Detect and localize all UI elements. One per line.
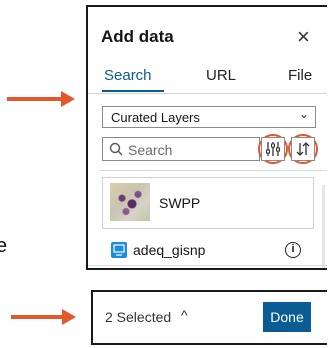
done-button[interactable]: Done: [263, 302, 311, 332]
close-icon[interactable]: ×: [297, 26, 310, 48]
filter-button[interactable]: [261, 137, 285, 161]
sort-icon: [296, 142, 310, 156]
selection-footer: 2 Selected ^ Done: [91, 290, 327, 345]
sliders-icon: [266, 142, 280, 156]
results-divider: [100, 170, 327, 171]
tab-url[interactable]: URL: [206, 67, 236, 84]
cropped-side-text: e: [0, 235, 8, 257]
source-select[interactable]: Curated Layers ⌄: [102, 106, 316, 128]
result-title: adeq_gisnp: [133, 242, 206, 258]
layer-icon: [111, 242, 127, 258]
result-card-swpp[interactable]: SWPP: [102, 177, 314, 229]
search-icon: [109, 142, 123, 156]
tab-file[interactable]: File: [288, 67, 312, 84]
chevron-down-icon: ⌄: [298, 107, 309, 121]
chevron-up-icon[interactable]: ^: [181, 307, 188, 323]
info-icon[interactable]: i: [285, 242, 301, 258]
annotation-arrow-bottom: [11, 309, 76, 325]
search-placeholder: Search: [128, 142, 173, 158]
annotation-arrow-top: [7, 91, 75, 107]
scrollbar[interactable]: [322, 185, 325, 268]
list-divider: [88, 265, 327, 266]
sort-button[interactable]: [291, 137, 315, 161]
tab-search[interactable]: Search: [104, 67, 152, 84]
panel-title: Add data: [101, 27, 174, 46]
add-data-panel: Add data × Search URL File Curated Layer…: [86, 5, 327, 270]
active-tab-indicator: [102, 90, 164, 92]
tabs-divider: [88, 93, 327, 94]
result-row-adeq-gisnp[interactable]: adeq_gisnp i: [102, 233, 314, 267]
selected-count[interactable]: 2 Selected: [105, 309, 171, 325]
map-thumbnail: [110, 183, 150, 221]
source-select-value: Curated Layers: [111, 110, 200, 125]
result-title: SWPP: [159, 195, 201, 211]
search-input[interactable]: Search: [102, 137, 260, 161]
